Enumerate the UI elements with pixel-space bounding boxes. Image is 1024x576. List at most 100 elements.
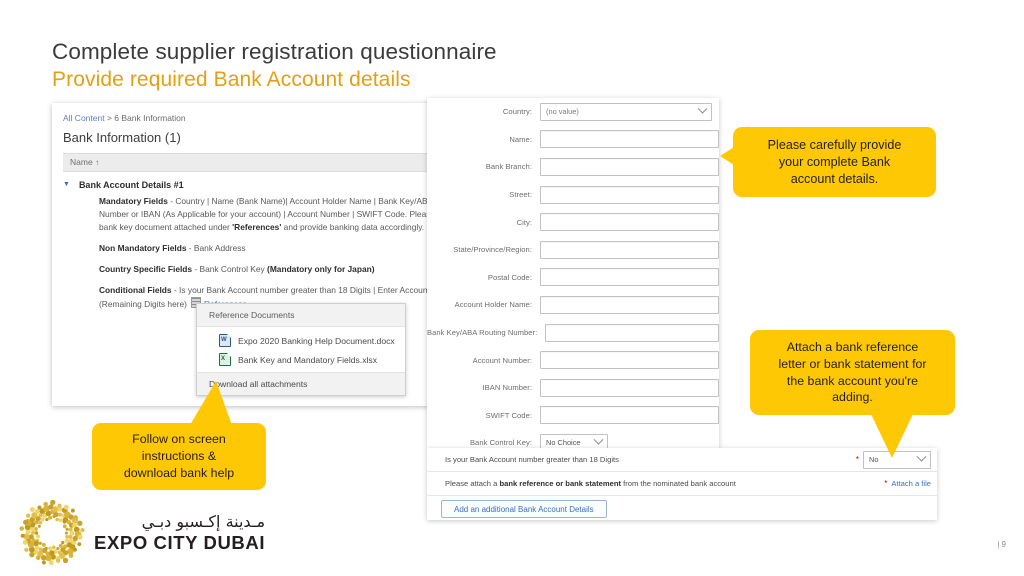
country-select[interactable]: (no value)	[540, 102, 712, 121]
mandatory-fields-label: Mandatory Fields	[99, 196, 168, 206]
swift-code-input[interactable]	[540, 406, 719, 425]
question-row-attach-statement: Please attach a bank reference or bank s…	[427, 472, 937, 496]
list-item[interactable]: Expo 2020 Banking Help Document.docx	[197, 331, 405, 350]
mandatory-fields-description: Mandatory Fields - Country | Name (Bank …	[99, 195, 442, 233]
label-city: City:	[516, 217, 532, 227]
form-row-bank-key: Bank Key/ABA Routing Number:	[427, 319, 719, 347]
country-specific-fields-label: Country Specific Fields	[99, 264, 193, 275]
chevron-down-icon	[697, 104, 708, 114]
breadcrumb-separator: >	[104, 113, 115, 123]
page-number: | 9	[997, 540, 1006, 549]
label-iban-number: IBAN Number:	[482, 383, 532, 393]
label-street: Street:	[509, 190, 532, 200]
page-subtitle: Provide required Bank Account details	[52, 68, 411, 92]
form-row-postal-code: Postal Code:	[427, 264, 719, 292]
bank-account-form-panel: Country: (no value) Name: Bank Branch: S…	[427, 98, 719, 452]
non-mandatory-fields-text: - Bank Address	[186, 242, 246, 253]
reference-documents-title: Reference Documents	[197, 304, 405, 327]
conditional-fields-label: Conditional Fields	[99, 285, 172, 296]
group-row-label: Bank Account Details #1	[78, 179, 184, 190]
label-state-province-region: State/Province/Region:	[453, 245, 532, 255]
mandatory-fields-tail: and provide banking data accordingly.	[281, 221, 425, 232]
label-bank-control-key: Bank Control Key:	[469, 438, 532, 448]
attach-text-before: Please attach a	[445, 479, 500, 488]
breadcrumb: All Content > 6 Bank Information	[63, 113, 186, 123]
chevron-down-icon[interactable]: ▼	[63, 181, 70, 188]
city-input[interactable]	[540, 213, 719, 232]
page-title: Complete supplier registration questionn…	[52, 39, 497, 64]
callout-text: Please carefully provide your complete B…	[767, 137, 902, 186]
country-specific-fields-note: (Mandatory only for Japan)	[267, 264, 375, 275]
form-row-city: City:	[427, 208, 719, 236]
callout-tail	[870, 412, 914, 458]
postal-code-input[interactable]	[540, 268, 719, 287]
bank-branch-input[interactable]	[540, 157, 719, 176]
field-descriptions: Mandatory Fields - Country | Name (Bank …	[99, 195, 442, 320]
chevron-down-icon	[916, 451, 927, 462]
column-header-name-label: Name	[70, 157, 93, 167]
reference-documents-list: Expo 2020 Banking Help Document.docx Ban…	[197, 327, 405, 372]
table-header-row: Name ↑	[63, 153, 442, 172]
callout-tail	[190, 381, 232, 425]
label-name: Name:	[509, 134, 532, 144]
mandatory-fields-references: 'References'	[232, 221, 282, 232]
logo-text: مـدينة إكـسبو دبـي EXPO CITY DUBAI	[94, 511, 266, 554]
street-input[interactable]	[540, 185, 719, 204]
form-row-street: Street:	[427, 181, 719, 209]
country-specific-fields-text: - Bank Control Key	[192, 264, 268, 275]
form-row-account-number: Account Number:	[427, 346, 719, 374]
label-account-number: Account Number:	[472, 355, 532, 365]
logo-english: EXPO CITY DUBAI	[94, 532, 266, 554]
form-row-country: Country: (no value)	[427, 98, 719, 126]
column-header-name[interactable]: Name ↑	[70, 157, 99, 167]
callout-tail	[720, 147, 734, 165]
country-specific-fields-description: Country Specific Fields - Bank Control K…	[99, 263, 442, 276]
breadcrumb-all-content-link[interactable]: All Content	[63, 113, 105, 123]
sort-ascending-icon: ↑	[95, 158, 100, 167]
form-row-swift-code: SWIFT Code:	[427, 402, 719, 430]
bank-control-key-select-value: No Choice	[546, 438, 581, 448]
expo-sunburst-icon	[19, 500, 85, 565]
required-marker: *	[855, 454, 859, 464]
expo-city-dubai-logo: مـدينة إكـسبو دبـي EXPO CITY DUBAI	[18, 500, 265, 566]
label-bank-branch: Bank Branch:	[485, 162, 532, 172]
required-marker: *	[884, 478, 888, 488]
form-row-account-holder-name: Account Holder Name:	[427, 291, 719, 319]
callout-text: Attach a bank reference letter or bank s…	[778, 340, 927, 405]
country-select-value: (no value)	[546, 107, 579, 117]
slide-header: Complete supplier registration questionn…	[52, 38, 752, 93]
chevron-down-icon	[593, 435, 604, 446]
callout-provide-details: Please carefully provide your complete B…	[720, 127, 936, 197]
list-item-label: Expo 2020 Banking Help Document.docx	[238, 335, 395, 346]
name-input[interactable]	[540, 130, 719, 149]
form-row-iban-number: IBAN Number:	[427, 374, 719, 402]
label-swift-code: SWIFT Code:	[485, 410, 532, 420]
label-country: Country:	[502, 107, 532, 117]
state-province-region-input[interactable]	[540, 240, 719, 259]
attach-text-after: from the nominated bank account	[621, 479, 736, 488]
attach-a-file-link[interactable]: Attach a file	[891, 479, 931, 488]
account-holder-name-input[interactable]	[540, 295, 719, 314]
breadcrumb-current: 6 Bank Information	[114, 113, 186, 123]
iban-number-input[interactable]	[540, 378, 719, 397]
non-mandatory-fields-description: Non Mandatory Fields - Bank Address	[99, 242, 442, 255]
logo-arabic: مـدينة إكـسبو دبـي	[141, 511, 266, 531]
list-item[interactable]: Bank Key and Mandatory Fields.xlsx	[197, 350, 405, 369]
label-account-holder-name: Account Holder Name:	[454, 300, 532, 310]
table-row[interactable]: ▼ Bank Account Details #1	[63, 176, 442, 194]
list-item-label: Bank Key and Mandatory Fields.xlsx	[238, 354, 377, 365]
panel-heading: Bank Information (1)	[63, 130, 181, 145]
word-document-icon	[219, 334, 231, 347]
bank-key-aba-routing-number-input[interactable]	[545, 323, 719, 342]
question-row-account-digits: Is your Bank Account number greater than…	[427, 448, 937, 472]
form-row-bank-branch: Bank Branch:	[427, 153, 719, 181]
callout-text: Follow on screen instructions & download…	[123, 432, 235, 480]
account-number-input[interactable]	[540, 351, 719, 370]
callout-follow-instructions: Follow on screen instructions & download…	[92, 381, 266, 490]
add-additional-bank-account-button[interactable]: Add an additional Bank Account Details	[441, 500, 607, 518]
attach-question-text: Please attach a bank reference or bank s…	[445, 479, 884, 488]
form-row-name: Name:	[427, 126, 719, 154]
excel-spreadsheet-icon	[219, 353, 231, 366]
attach-text-bold: bank reference or bank statement	[499, 479, 622, 488]
non-mandatory-fields-label: Non Mandatory Fields	[99, 242, 187, 253]
